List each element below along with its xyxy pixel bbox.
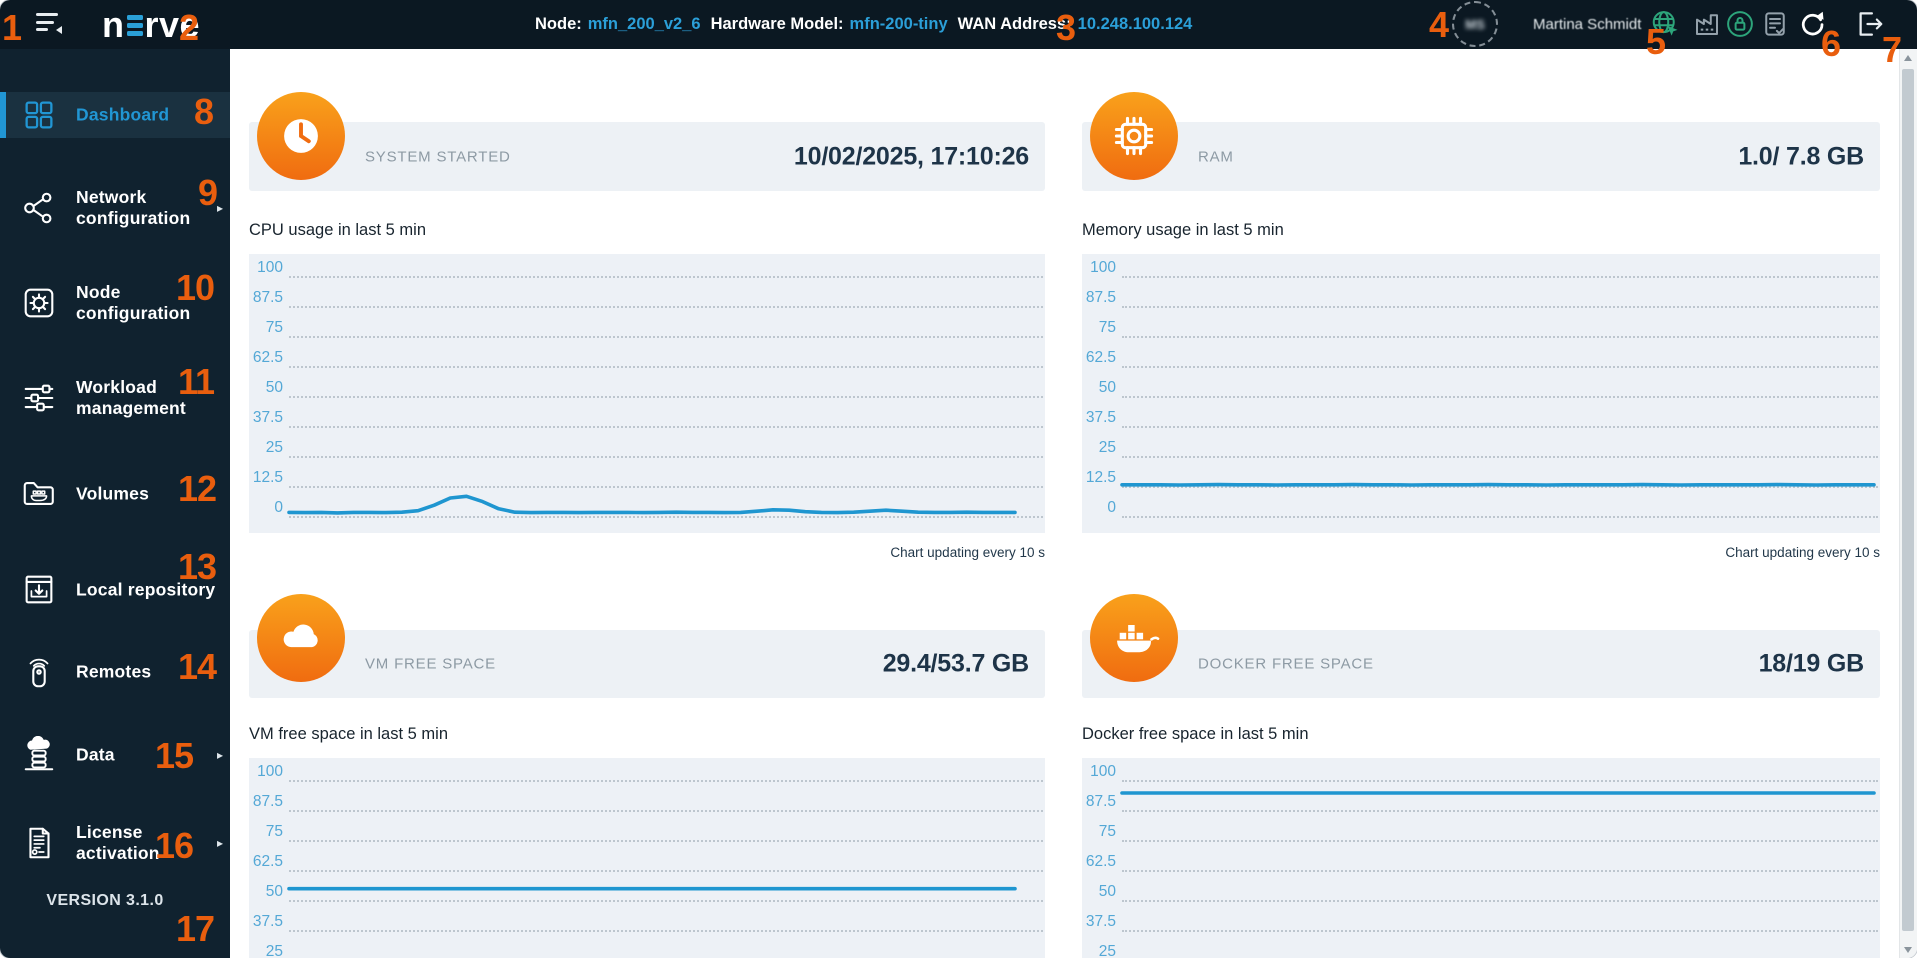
chart-title-memory: Memory usage in last 5 min — [1082, 221, 1284, 239]
remote-control-icon — [17, 651, 61, 693]
card-label: SYSTEM STARTED — [365, 148, 511, 165]
logo-e-bars-icon — [126, 15, 143, 36]
scrollbar-thumb[interactable] — [1902, 69, 1914, 931]
docker-whale-icon — [1090, 594, 1178, 682]
wan-address-label: WAN Address: — [957, 15, 1072, 33]
vm-free-space-card: VM FREE SPACE 29.4/53.7 GB — [249, 630, 1045, 698]
sidebar-item-dashboard[interactable]: Dashboard — [0, 92, 230, 138]
card-label: DOCKER FREE SPACE — [1198, 655, 1374, 673]
vm-free-space-value: 29.4/53.7 GB — [882, 649, 1030, 678]
logo-text-rve: rve — [144, 4, 201, 45]
sidebar-item-label: Remotes — [76, 661, 152, 682]
sidebar-item-workload-management[interactable]: Workload management — [0, 370, 230, 426]
license-document-icon — [17, 822, 61, 864]
logout-icon[interactable] — [1855, 9, 1885, 39]
card-label: VM FREE SPACE — [365, 655, 496, 673]
sidebar-item-volumes[interactable]: Volumes — [0, 466, 230, 522]
local-repository-icon — [17, 569, 61, 611]
sidebar-item-label: Local repository — [76, 579, 216, 600]
chart-title-vm: VM free space in last 5 min — [249, 725, 448, 743]
sidebar-item-label: Network configuration — [76, 187, 191, 228]
scroll-up-icon[interactable] — [1904, 55, 1912, 61]
docker-free-space-chart: 10087.57562.55037.52512.50 — [1082, 758, 1880, 958]
sidebar-item-label: License activation — [76, 822, 160, 863]
node-value: mfn_200_v2_6 — [587, 15, 701, 33]
clock-icon — [257, 92, 345, 180]
volumes-folder-icon — [17, 473, 61, 515]
sidebar-item-label: Dashboard — [76, 104, 170, 125]
docker-free-space-value: 18/19 GB — [1758, 649, 1865, 678]
chart-line — [1120, 791, 1876, 795]
logo-text-n: n — [102, 4, 125, 45]
avatar-initials: MS — [1465, 16, 1485, 32]
lock-circle-icon[interactable] — [1725, 9, 1755, 39]
version-label: VERSION 3.1.0 — [46, 892, 164, 909]
sidebar-item-label: Data — [76, 744, 115, 765]
user-name: Martina Schmidt — [1533, 16, 1642, 33]
sidebar: Dashboard Network configuration ▸ Node c… — [0, 49, 230, 958]
topbar: n rve Node: mfn_200_v2_6 Hardware Model:… — [0, 0, 1917, 49]
chart-title-docker: Docker free space in last 5 min — [1082, 725, 1309, 743]
scroll-down-icon[interactable] — [1904, 947, 1912, 953]
sidebar-item-label: Node configuration — [76, 282, 191, 323]
node-config-gear-icon — [17, 282, 61, 324]
chart-update-note: Chart updating every 10 s — [1725, 545, 1880, 560]
factory-icon[interactable] — [1692, 9, 1722, 39]
scrollbar[interactable] — [1899, 49, 1917, 958]
sidebar-item-remotes[interactable]: Remotes — [0, 644, 230, 700]
language-globe-icon[interactable] — [1650, 9, 1680, 39]
chart-title-cpu: CPU usage in last 5 min — [249, 221, 426, 239]
cloud-icon — [257, 594, 345, 682]
cpu-usage-chart: 100 87.5 75 62.5 50 37.5 25 12.5 0 — [249, 254, 1045, 533]
docker-free-space-card: DOCKER FREE SPACE 18/19 GB — [1082, 630, 1880, 698]
ram-card: RAM 1.0/ 7.8 GB — [1082, 122, 1880, 191]
hardware-model-value: mfn-200-tiny — [849, 15, 948, 33]
wan-address-value: 10.248.100.124 — [1077, 15, 1193, 33]
release-notes-icon[interactable] — [1760, 9, 1790, 39]
sidebar-item-network-configuration[interactable]: Network configuration ▸ — [0, 180, 230, 236]
cpu-chip-icon — [1090, 92, 1178, 180]
menu-toggle-icon[interactable] — [36, 13, 62, 35]
vm-free-space-chart: 10087.57562.55037.52512.50 — [249, 758, 1045, 958]
sidebar-item-license-activation[interactable]: License activation ▸ — [0, 815, 230, 871]
memory-usage-chart: 100 87.5 75 62.5 50 37.5 25 12.5 0 — [1082, 254, 1880, 533]
nerve-logo: n rve — [102, 0, 200, 49]
app-window: n rve Node: mfn_200_v2_6 Hardware Model:… — [0, 0, 1917, 958]
main-content: SYSTEM STARTED 10/02/2025, 17:10:26 RAM … — [230, 49, 1900, 958]
hardware-model-label: Hardware Model: — [710, 15, 844, 33]
card-label: RAM — [1198, 148, 1234, 165]
node-info: Node: mfn_200_v2_6 Hardware Model: mfn-2… — [535, 0, 1196, 49]
chart-line — [1120, 482, 1876, 487]
node-label: Node: — [535, 15, 582, 33]
network-icon — [17, 187, 61, 229]
chart-line — [287, 494, 1017, 515]
ram-value: 1.0/ 7.8 GB — [1738, 142, 1864, 170]
submenu-chevron-icon: ▸ — [217, 748, 224, 762]
sidebar-item-node-configuration[interactable]: Node configuration — [0, 275, 230, 331]
chart-update-note: Chart updating every 10 s — [890, 545, 1045, 560]
sidebar-item-local-repository[interactable]: Local repository — [0, 562, 230, 618]
sidebar-item-label: Volumes — [76, 483, 150, 504]
submenu-chevron-icon: ▸ — [217, 201, 224, 215]
chart-line — [287, 886, 1017, 891]
system-started-value: 10/02/2025, 17:10:26 — [793, 142, 1029, 170]
dashboard-grid-icon — [17, 94, 61, 136]
avatar[interactable]: MS — [1452, 1, 1498, 47]
refresh-icon[interactable] — [1797, 9, 1827, 39]
sidebar-item-data[interactable]: Data ▸ — [0, 727, 230, 783]
sidebar-item-label: Workload management — [76, 377, 186, 418]
submenu-chevron-icon: ▸ — [217, 836, 224, 850]
system-started-card: SYSTEM STARTED 10/02/2025, 17:10:26 — [249, 122, 1045, 191]
data-cloud-server-icon — [17, 734, 61, 776]
workload-sliders-icon — [17, 377, 61, 419]
